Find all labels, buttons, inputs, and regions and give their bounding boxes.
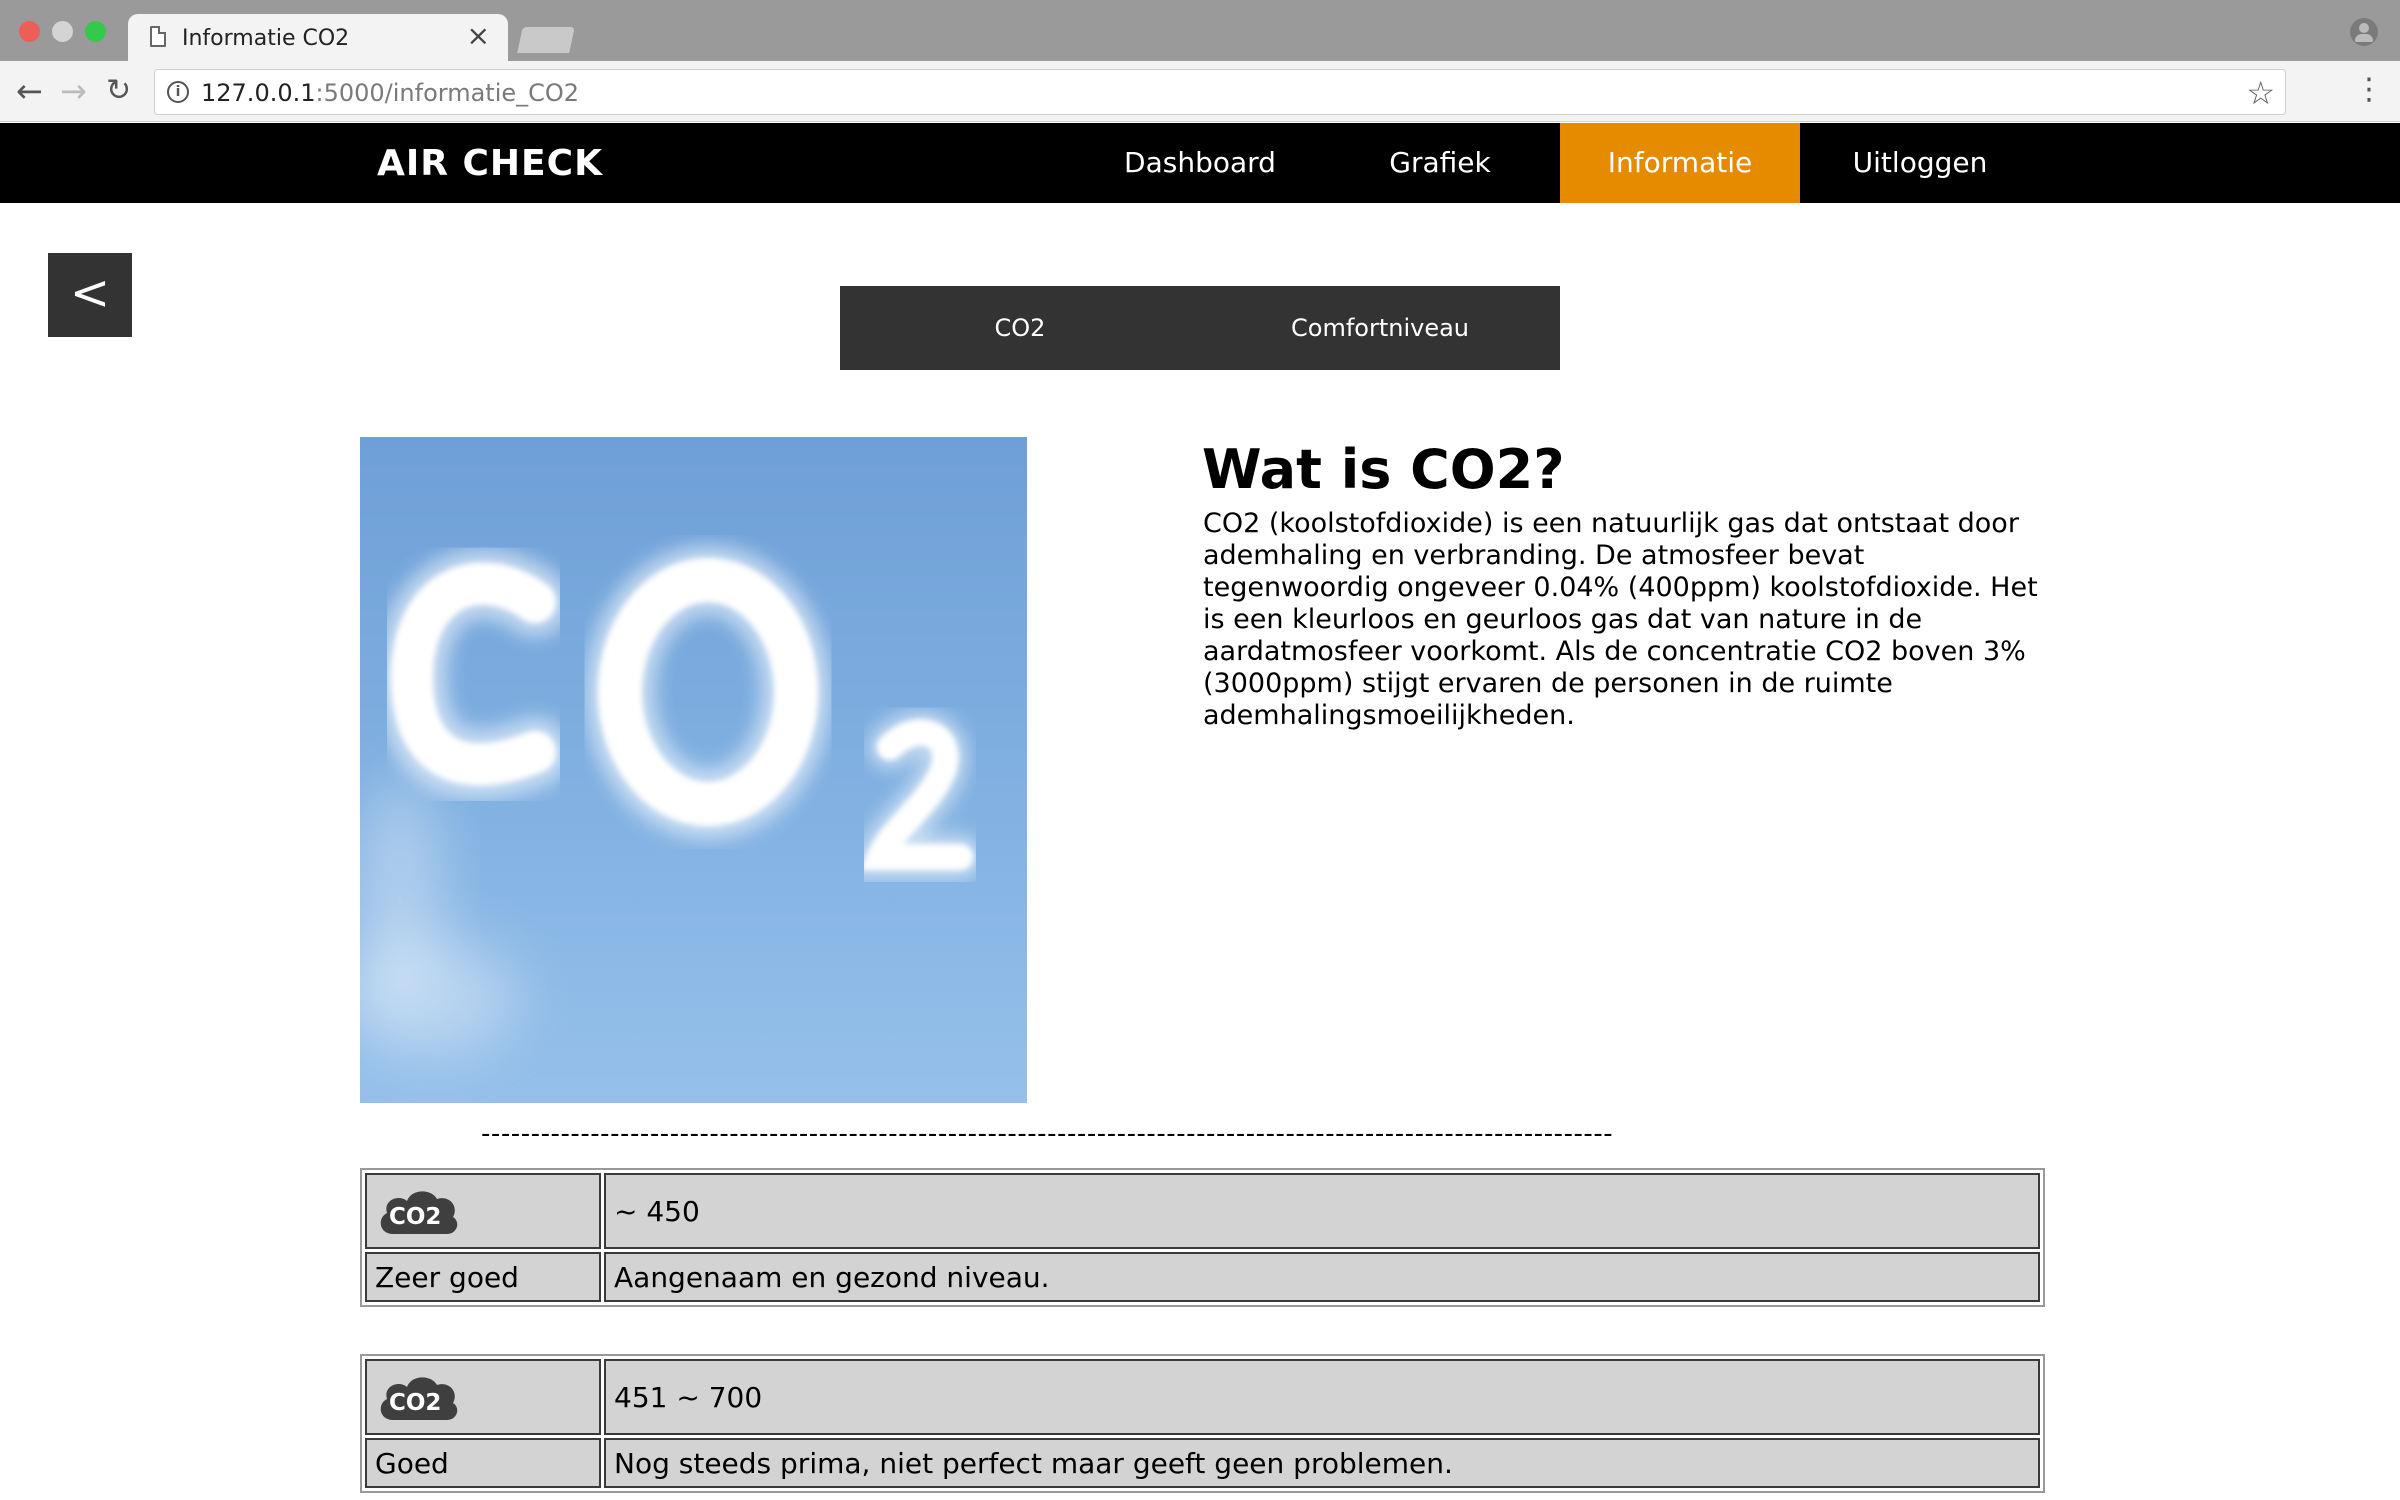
document-icon (150, 26, 166, 47)
browser-tab[interactable]: Informatie CO2 × (128, 14, 508, 62)
window-close-button[interactable] (19, 21, 40, 42)
info-icon[interactable]: i (167, 81, 189, 103)
browser-tab-bar: Informatie CO2 × (0, 0, 2400, 62)
new-tab-button[interactable] (517, 27, 575, 53)
page-title: Wat is CO2? (1202, 438, 1565, 501)
info-subnav: CO2 Comfortniveau (840, 286, 1560, 370)
level-description: Nog steeds prima, niet perfect maar geef… (604, 1438, 2040, 1488)
subnav-tab-comfortniveau[interactable]: Comfortniveau (1200, 286, 1560, 370)
back-arrow-icon[interactable]: ← (16, 71, 43, 111)
address-bar[interactable]: i 127.0.0.1:5000/informatie_CO2 ☆ (154, 69, 2286, 115)
level-icon-cell: CO2 (365, 1359, 601, 1435)
level-range: 451 ~ 700 (604, 1359, 2040, 1435)
co2-level-table: CO2 ~ 450 Zeer goed Aangenaam en gezond … (360, 1168, 2045, 1307)
level-description: Aangenaam en gezond niveau. (604, 1252, 2040, 1302)
window-maximize-button[interactable] (85, 21, 106, 42)
tab-title: Informatie CO2 (182, 26, 350, 51)
co2-cloud-image (360, 437, 1027, 1103)
nav-link-informatie[interactable]: Informatie (1560, 123, 1800, 203)
brand-logo[interactable]: AIR CHECK (377, 143, 603, 184)
window-minimize-button[interactable] (52, 21, 73, 42)
nav-link-dashboard[interactable]: Dashboard (1080, 123, 1320, 203)
svg-text:CO2: CO2 (389, 1390, 441, 1416)
level-label: Goed (365, 1438, 601, 1488)
svg-text:CO2: CO2 (389, 1204, 441, 1230)
nav-link-uitloggen[interactable]: Uitloggen (1800, 123, 2040, 203)
co2-description: CO2 (koolstofdioxide) is een natuurlijk … (1203, 508, 2038, 731)
url-host: 127.0.0.1 (201, 79, 316, 107)
browser-menu-icon[interactable]: ⋮ (2354, 73, 2384, 107)
bookmark-star-icon[interactable]: ☆ (2246, 74, 2275, 112)
browser-toolbar: ← → ↻ i 127.0.0.1:5000/informatie_CO2 ☆ … (0, 61, 2400, 122)
dashed-divider: ----------------------------------------… (481, 1119, 1614, 1149)
level-label: Zeer goed (365, 1252, 601, 1302)
site-navbar: AIR CHECK Dashboard Grafiek Informatie U… (0, 123, 2400, 203)
subnav-tab-co2[interactable]: CO2 (840, 286, 1200, 370)
co2-level-table: CO2 451 ~ 700 Goed Nog steeds prima, nie… (360, 1354, 2045, 1493)
profile-icon[interactable] (2350, 18, 2378, 46)
url-path: :5000/informatie_CO2 (315, 79, 580, 107)
co2-cloud-icon: CO2 (380, 1191, 458, 1234)
url-text[interactable]: 127.0.0.1:5000/informatie_CO2 (201, 79, 579, 107)
tab-close-icon[interactable]: × (467, 22, 490, 50)
nav-link-grafiek[interactable]: Grafiek (1320, 123, 1560, 203)
back-button[interactable]: < (48, 253, 132, 337)
level-range: ~ 450 (604, 1173, 2040, 1249)
co2-cloud-icon: CO2 (380, 1377, 458, 1420)
forward-arrow-icon[interactable]: → (60, 71, 87, 111)
level-icon-cell: CO2 (365, 1173, 601, 1249)
reload-icon[interactable]: ↻ (106, 71, 131, 111)
